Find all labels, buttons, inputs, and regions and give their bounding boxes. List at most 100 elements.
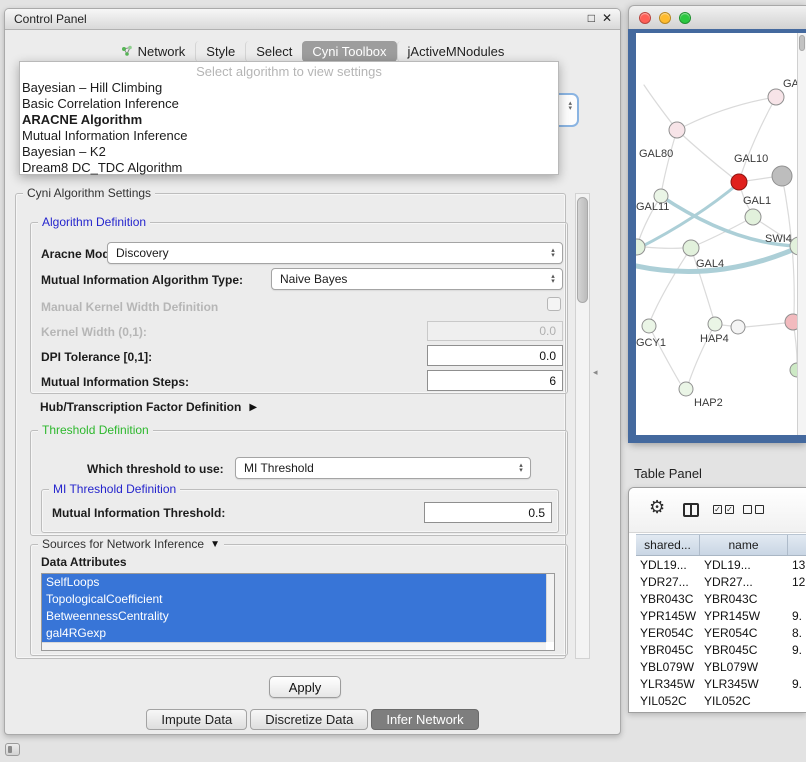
cyni-settings-title: Cyni Algorithm Settings [23,186,155,200]
network-node-gal80[interactable] [669,122,685,138]
table-row[interactable]: YIL052CYIL052C [636,693,806,710]
sources-toggle[interactable]: Sources for Network Inference ▼ [38,537,224,551]
network-canvas-scrollbar-thumb[interactable] [799,35,805,51]
bottom-tab-impute-data[interactable]: Impute Data [146,709,247,730]
algorithm-option-mutual-information-inference[interactable]: Mutual Information Inference [20,128,558,144]
network-node-unlabeled[interactable] [636,239,645,255]
dpi-tolerance-field[interactable]: 0.0 [427,345,563,366]
bottom-tab-infer-network[interactable]: Infer Network [371,709,478,730]
table-cell: YBR043C [700,591,788,608]
network-node-gal4[interactable] [683,240,699,256]
float-icon[interactable]: □ [588,11,595,25]
table-row[interactable]: YLR345WYLR345W9. [636,676,806,693]
attribute-item-gal4rgexp[interactable]: gal4RGexp [42,625,546,642]
network-edge[interactable] [685,97,776,126]
attribute-item-topologicalcoefficient[interactable]: TopologicalCoefficient [42,591,546,608]
window-title: Control Panel [14,9,87,30]
network-node-unlabeled[interactable] [772,166,792,186]
tab-jactivemnodules[interactable]: jActiveMNodules [397,41,515,62]
algorithm-option-bayesian-hill-climbing[interactable]: Bayesian – Hill Climbing [20,80,558,96]
mi-threshold-title: MI Threshold Definition [49,482,180,496]
zoom-traffic-light-icon[interactable] [679,12,691,24]
combo-down-glyph: ▾ [551,253,555,258]
table-row[interactable]: YBL079WYBL079W [636,659,806,676]
mi-type-select[interactable]: Naive Bayes ▴▾ [271,268,563,290]
column-header-name[interactable]: name [700,535,788,555]
kernel-width-field[interactable]: 0.0 [427,321,563,341]
table-cell: YLR345W [636,676,700,693]
network-node-label: GAL1 [743,195,771,207]
network-edge[interactable] [649,326,680,383]
column-header-col-2[interactable] [788,535,806,555]
close-icon[interactable]: ✕ [602,11,612,25]
attributes-list-vscrollbar[interactable] [546,574,554,642]
network-edge[interactable] [677,130,732,177]
table-cell: YBR045C [636,642,700,659]
checkbox-checked-glyph: ✓ [725,505,734,514]
algorithm-option-basic-correlation-inference[interactable]: Basic Correlation Inference [20,96,558,112]
close-glyph: ✕ [602,11,612,25]
network-canvas[interactable]: GALGAL80GAL10GAL11GAL1SWI4GAL4GCY1HAP4HA… [636,33,806,435]
attribute-item-betweennesscentrality[interactable]: BetweennessCentrality [42,608,546,625]
network-edge[interactable] [639,183,739,248]
attribute-item-selfloops[interactable]: SelfLoops [42,574,546,591]
network-edge[interactable] [745,323,785,327]
algorithm-option-aracne-algorithm[interactable]: ARACNE Algorithm [20,112,558,128]
algorithm-option-dream8-dc-tdc-algorithm[interactable]: Dream8 DC_TDC Algorithm [20,160,558,176]
combo-down-glyph: ▾ [568,106,572,111]
apply-button[interactable]: Apply [269,676,341,698]
splitter-arrow-icon[interactable]: ◂ [593,367,598,378]
aracne-mode-select[interactable]: Discovery ▴▾ [107,242,563,264]
table-cell: 9. [788,676,806,693]
network-node-gal[interactable] [768,89,784,105]
checkbox-checked-glyph: ✓ [713,505,722,514]
table-row[interactable]: YDR27...YDR27...12 [636,574,806,591]
close-traffic-light-icon[interactable] [639,12,651,24]
table-row[interactable]: YBR043CYBR043C [636,591,806,608]
tab-network[interactable]: Network [111,41,196,62]
algorithm-option-bayesian-k2[interactable]: Bayesian – K2 [20,144,558,160]
attributes-list-hscrollbar[interactable] [42,642,546,650]
tab-select[interactable]: Select [245,41,302,62]
data-attributes-label: Data Attributes [41,555,127,569]
network-node-unlabeled[interactable] [731,320,745,334]
network-node-gcy1[interactable] [642,319,656,333]
settings-scrollbar[interactable] [575,193,590,659]
table-cell [788,693,806,710]
network-edge[interactable] [645,247,683,248]
network-node-hap4[interactable] [708,317,722,331]
dpi-tolerance-value: 0.0 [539,349,556,363]
gear-icon[interactable]: ⚙ [649,497,665,518]
network-tab-icon [121,45,133,57]
minimize-traffic-light-icon[interactable] [659,12,671,24]
table-cell: YPR145W [700,608,788,625]
network-node-gal10[interactable] [731,174,747,190]
network-node-gal1[interactable] [745,209,761,225]
split-columns-icon[interactable] [683,503,699,517]
column-header-shared[interactable]: shared... [636,535,700,555]
table-row[interactable]: YBR045CYBR045C9. [636,642,806,659]
tab-style[interactable]: Style [195,41,245,62]
mi-steps-field[interactable]: 6 [427,370,563,391]
checked-boxes-icon[interactable]: ✓ ✓ [713,505,734,514]
table-row[interactable]: YER054CYER054C8. [636,625,806,642]
table-cell: 9. [788,642,806,659]
settings-scrollbar-thumb[interactable] [577,197,588,303]
network-canvas-scrollbar[interactable] [797,33,806,435]
threshold-definition-title: Threshold Definition [38,423,153,437]
bottom-tab-discretize-data[interactable]: Discretize Data [250,709,368,730]
mi-threshold-field[interactable]: 0.5 [424,502,552,523]
network-edge[interactable] [651,248,691,319]
network-node-hap2[interactable] [679,382,693,396]
manual-kernel-checkbox[interactable] [547,297,561,311]
unchecked-boxes-icon[interactable] [743,505,764,514]
minimized-panel-icon[interactable] [5,743,20,756]
table-row[interactable]: YDL19...YDL19...13 [636,557,806,574]
float-glyph: □ [588,11,595,25]
table-rows: YDL19...YDL19...13YDR27...YDR27...12YBR0… [636,557,806,712]
network-edge[interactable] [722,325,731,326]
tab-cyni-toolbox[interactable]: Cyni Toolbox [302,41,396,62]
hub-section-toggle[interactable]: Hub/Transcription Factor Definition ▶ [40,400,257,414]
table-row[interactable]: YPR145WYPR145W9. [636,608,806,625]
which-threshold-select[interactable]: MI Threshold ▴▾ [235,457,531,479]
